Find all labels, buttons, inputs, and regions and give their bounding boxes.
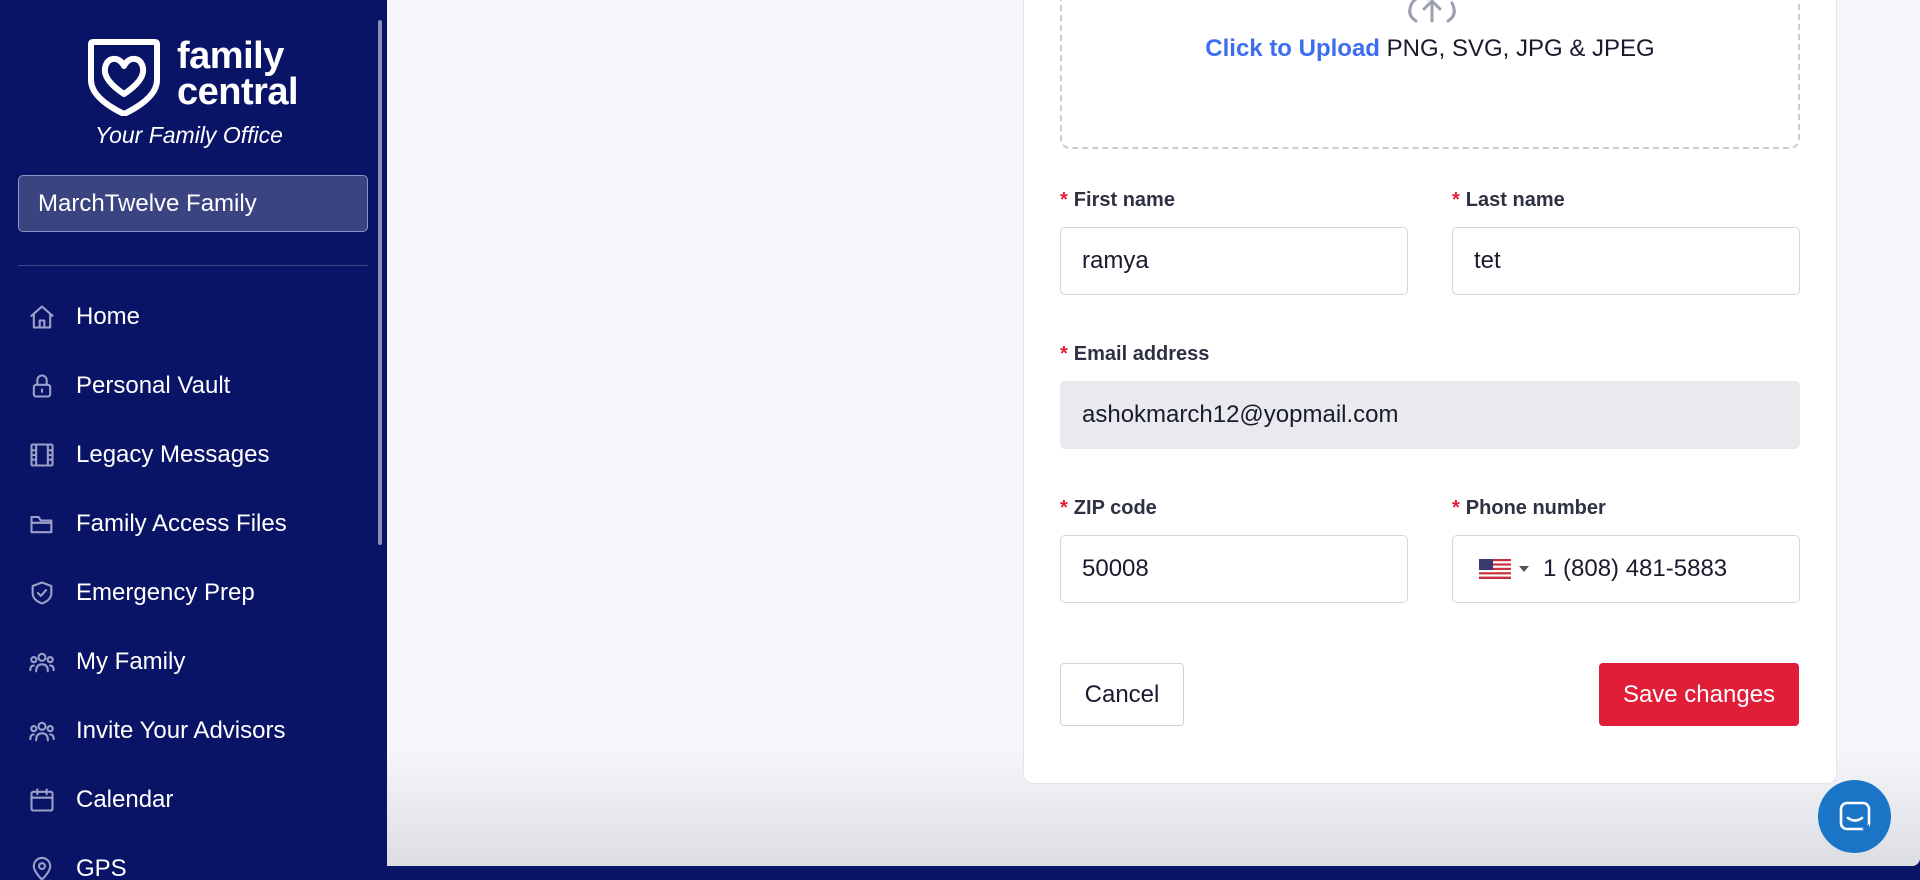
sidebar-item-my-family[interactable]: My Family [0,627,387,696]
phone-number-input[interactable]: 1 (808) 481-5883 [1452,535,1800,603]
sidebar-item-gps[interactable]: GPS [0,834,387,880]
first-name-label: * First name [1060,189,1408,215]
film-icon [27,440,57,470]
calendar-icon [27,785,57,815]
required-marker: * [1060,189,1068,211]
first-name-input[interactable]: ramya [1060,227,1408,295]
phone-number-field: * Phone number 1 (808) 481-5883 [1452,497,1800,603]
phone-number-label: * Phone number [1452,497,1800,523]
required-marker: * [1452,189,1460,211]
phone-number-label-text: Phone number [1465,497,1606,519]
main-content: Click to Upload PNG, SVG, JPG & JPEG * Fi… [387,0,1920,866]
sidebar-item-label: My Family [76,647,186,675]
sidebar-item-label: Personal Vault [76,371,231,399]
logo-tagline: Your Family Office [95,122,283,148]
sidebar-item-label: Family Access Files [76,509,287,537]
family-selector[interactable]: MarchTwelve Family [18,175,368,232]
zip-code-label: * ZIP code [1060,497,1408,523]
upload-instructions: Click to Upload PNG, SVG, JPG & JPEG [1062,35,1798,63]
sidebar-item-label: Home [76,302,141,330]
shield-check-icon [27,578,57,608]
home-icon [27,302,57,332]
logo-word-central: central [177,71,299,113]
sidebar-scrollbar[interactable] [378,20,382,545]
country-dropdown-caret-icon[interactable] [1519,566,1529,572]
email-label: * Email address [1060,343,1800,369]
users-icon [27,647,57,677]
logo-wordmark: family central [177,35,299,113]
chat-icon [1839,801,1870,833]
sidebar-divider [18,265,368,266]
logo-word-family: family [177,35,284,77]
sidebar-nav: Home Personal Vault Legacy Messages Fami… [0,282,387,880]
last-name-field: * Last name tet [1452,189,1800,295]
last-name-label-text: Last name [1465,189,1565,211]
sidebar-item-emergency-prep[interactable]: Emergency Prep [0,558,387,627]
sidebar-item-invite-advisors[interactable]: Invite Your Advisors [0,696,387,765]
chat-launcher-button[interactable] [1818,780,1891,853]
lock-icon [27,371,57,401]
sidebar-item-label: Legacy Messages [76,440,270,468]
sidebar-item-home[interactable]: Home [0,282,387,351]
map-pin-icon [27,854,57,880]
folder-icon [27,509,57,539]
sidebar-item-personal-vault[interactable]: Personal Vault [0,351,387,420]
email-input[interactable]: ashokmarch12@yopmail.com [1060,381,1800,449]
last-name-label: * Last name [1452,189,1800,215]
sidebar-item-label: Invite Your Advisors [76,716,286,744]
required-marker: * [1452,497,1460,519]
sidebar: family central Your Family Office MarchT… [0,0,387,880]
sidebar-item-label: GPS [76,854,127,880]
first-name-label-text: First name [1073,189,1175,211]
users-icon [27,716,57,746]
heart-logo-icon [88,39,160,116]
email-label-text: Email address [1073,343,1210,365]
zip-code-input[interactable]: 50008 [1060,535,1408,603]
save-changes-button[interactable]: Save changes [1599,663,1799,726]
profile-edit-card: Click to Upload PNG, SVG, JPG & JPEG * Fi… [1023,0,1837,784]
zip-code-label-text: ZIP code [1073,497,1157,519]
last-name-input[interactable]: tet [1452,227,1800,295]
sidebar-item-label: Calendar [76,785,174,813]
upload-formats: PNG, SVG, JPG & JPEG [1386,35,1655,62]
click-to-upload-link[interactable]: Click to Upload [1205,35,1380,62]
zip-code-field: * ZIP code 50008 [1060,497,1408,603]
sidebar-item-label: Emergency Prep [76,578,255,606]
photo-upload-dropzone[interactable]: Click to Upload PNG, SVG, JPG & JPEG [1060,0,1800,149]
cloud-upload-icon [1408,0,1456,23]
cancel-button[interactable]: Cancel [1060,663,1184,726]
sidebar-item-family-access-files[interactable]: Family Access Files [0,489,387,558]
phone-number-value: 1 (808) 481-5883 [1543,555,1728,582]
sidebar-item-legacy-messages[interactable]: Legacy Messages [0,420,387,489]
required-marker: * [1060,497,1068,519]
email-field: * Email address ashokmarch12@yopmail.com [1060,343,1800,449]
first-name-field: * First name ramya [1060,189,1408,295]
family-central-logo[interactable]: family central Your Family Office [85,36,305,151]
sidebar-item-calendar[interactable]: Calendar [0,765,387,834]
required-marker: * [1060,343,1068,365]
us-flag-icon[interactable] [1479,559,1511,579]
